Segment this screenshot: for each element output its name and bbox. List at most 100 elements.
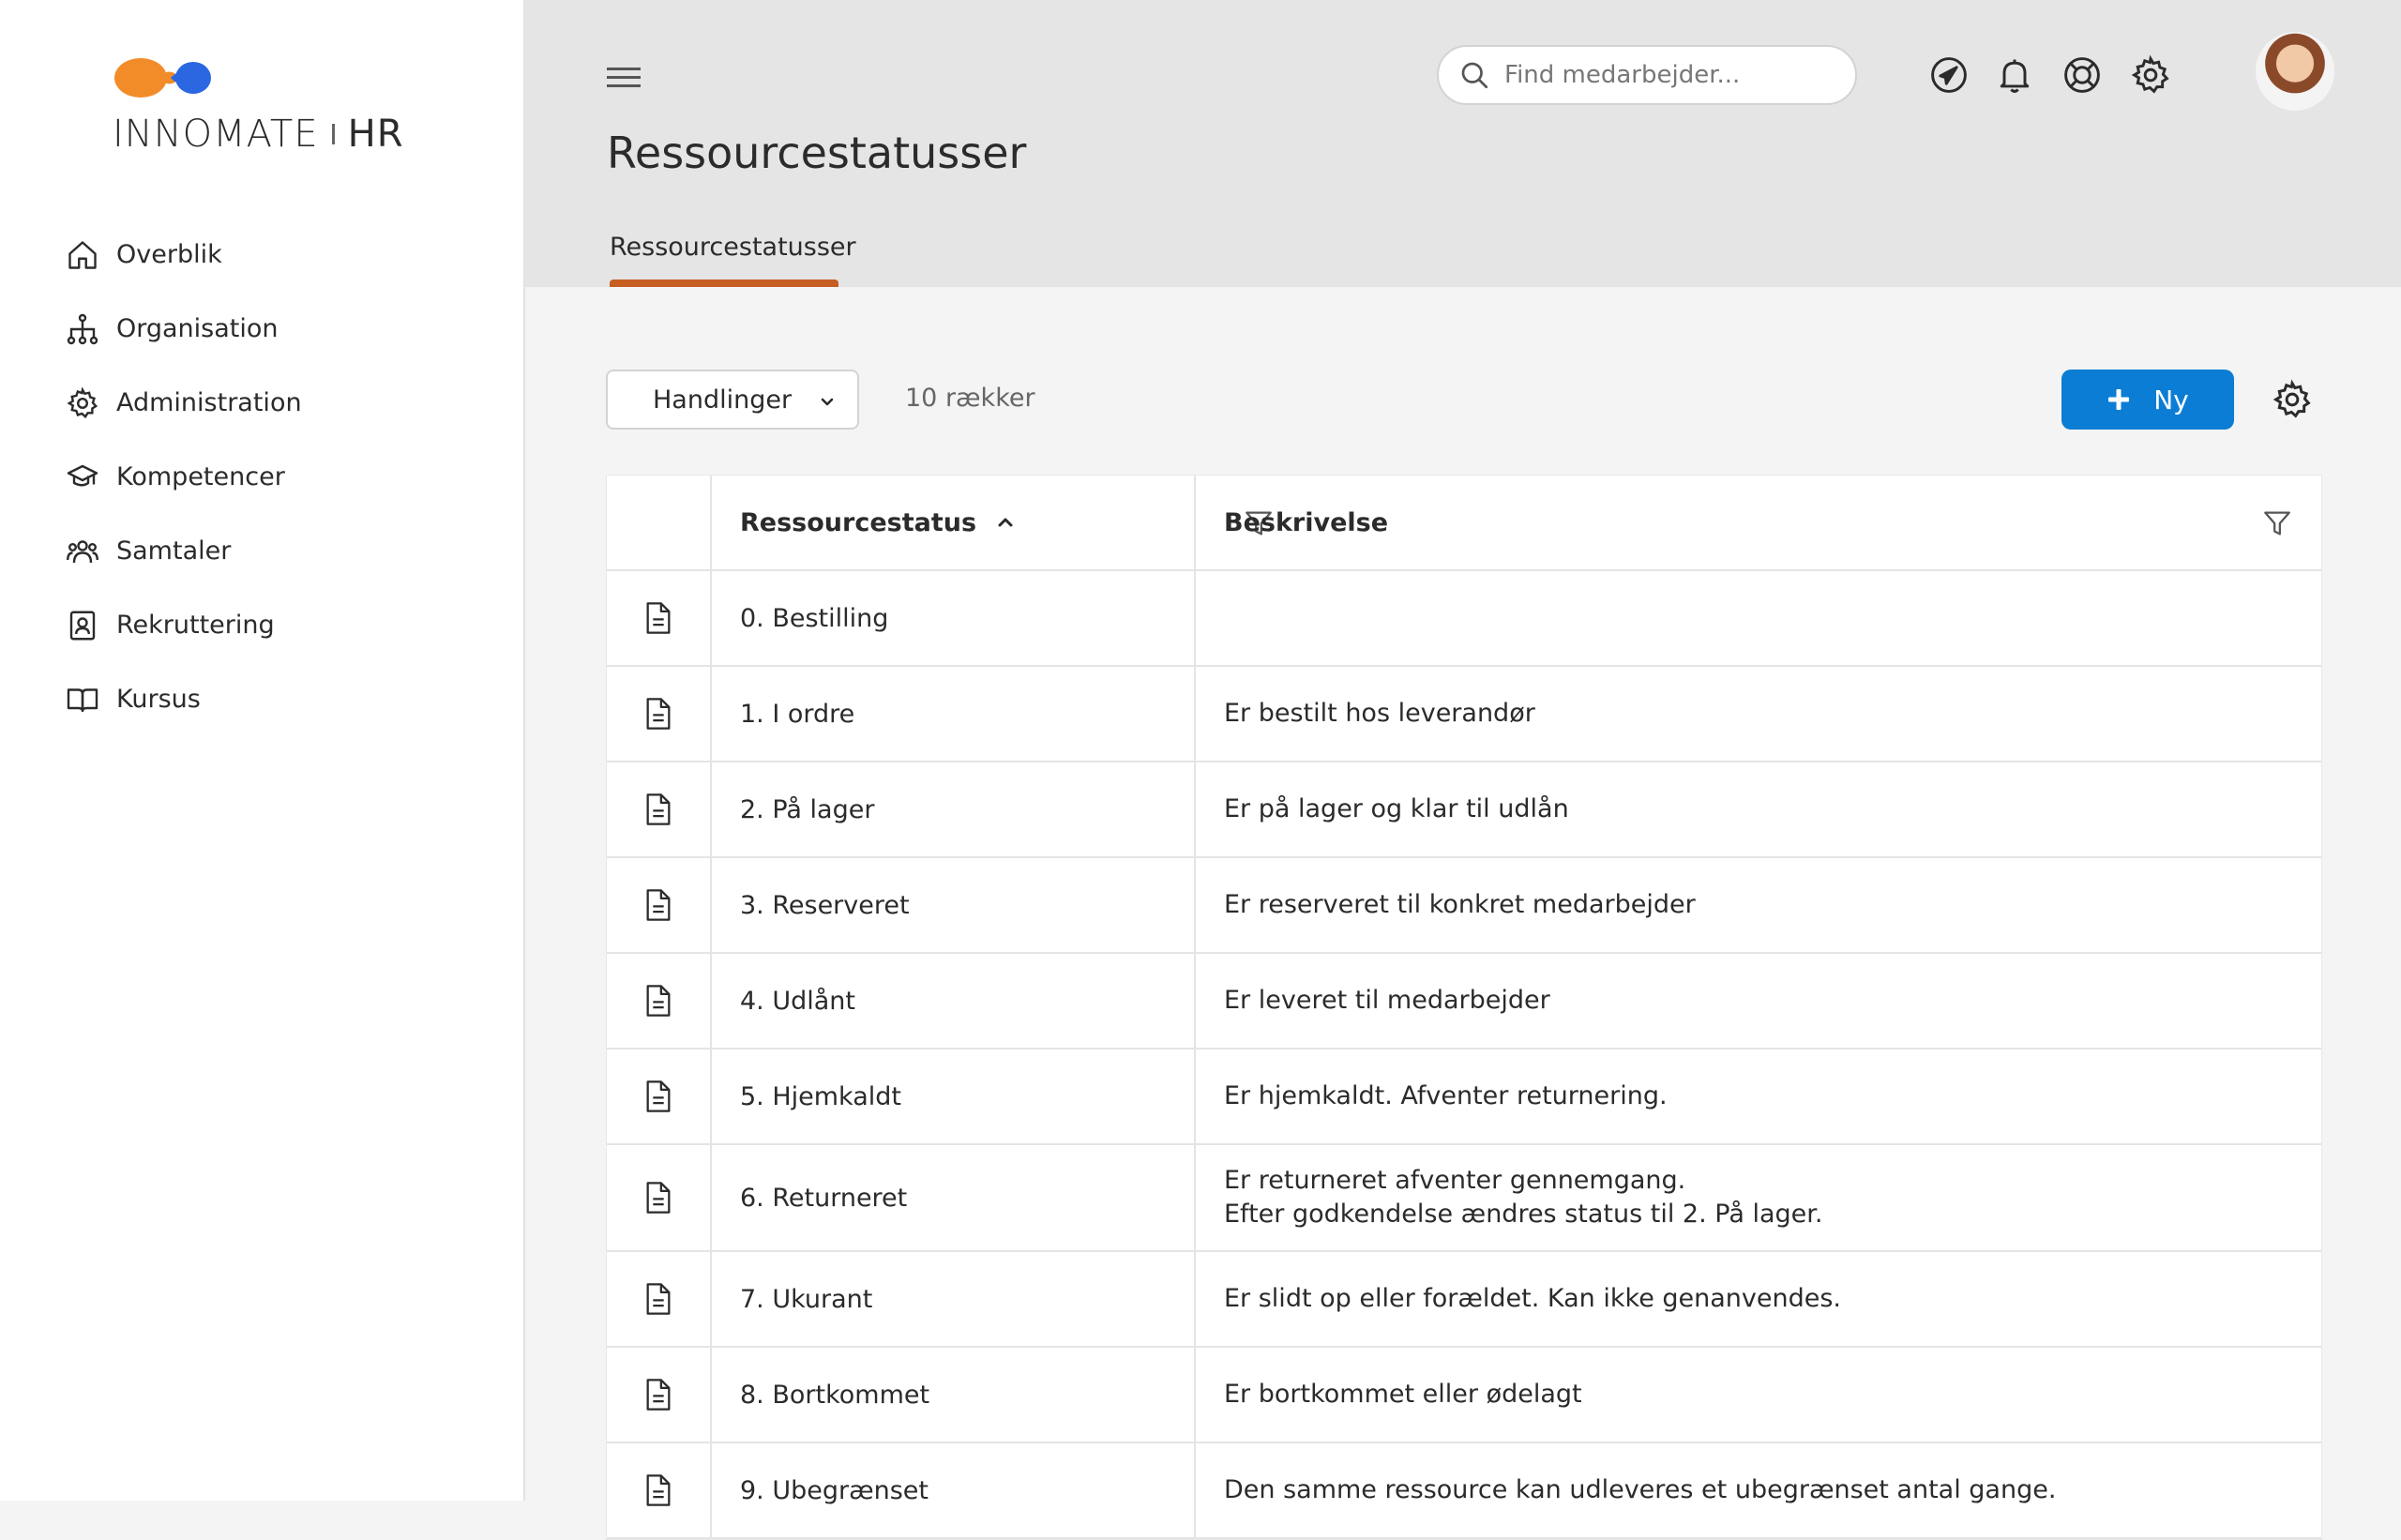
cell-ressourcestatus: 8. Bortkommet xyxy=(712,1348,1196,1442)
table-row[interactable]: 1. I ordre Er bestilt hos leverandør xyxy=(607,667,2321,762)
new-button[interactable]: Ny xyxy=(2061,370,2234,430)
sidebar-item-administration[interactable]: Administration xyxy=(64,366,302,440)
hamburger-menu-button[interactable] xyxy=(603,60,644,94)
open-record-button[interactable] xyxy=(607,1252,712,1346)
sidebar-item-rekruttering[interactable]: Rekruttering xyxy=(64,588,302,662)
cell-ressourcestatus: 9. Ubegrænset xyxy=(712,1443,1196,1537)
table-row[interactable]: 8. Bortkommet Er bortkommet eller ødelagt xyxy=(607,1348,2321,1443)
document-icon xyxy=(642,1079,674,1114)
sidebar-item-overblik[interactable]: Overblik xyxy=(64,218,302,292)
document-icon xyxy=(642,1472,674,1508)
row-count: 10 rækker xyxy=(905,384,1035,413)
main-content: Handlinger 10 rækker Ny Ressourcestatus … xyxy=(525,287,2401,1540)
table-row[interactable]: 4. Udlånt Er leveret til medarbejder xyxy=(607,954,2321,1049)
logo-text-innomate: INNOMATE xyxy=(113,113,319,156)
plus-icon xyxy=(2108,389,2130,410)
logo-text: INNOMATE HR xyxy=(113,113,403,156)
open-record-button[interactable] xyxy=(607,1145,712,1250)
column-header-beskrivelse[interactable]: Beskrivelse xyxy=(1196,476,2321,569)
document-icon xyxy=(642,600,674,636)
cell-beskrivelse: Er slidt op eller forældet. Kan ikke gen… xyxy=(1196,1252,2321,1346)
people-icon xyxy=(64,533,101,570)
logo-mark-icon xyxy=(114,58,211,98)
open-record-button[interactable] xyxy=(607,858,712,952)
actions-dropdown-label: Handlinger xyxy=(653,385,793,415)
notifications-button[interactable] xyxy=(1994,54,2035,96)
resource-status-table: Ressourcestatus Beskrivelse 0. Bestillin… xyxy=(606,475,2322,1540)
description-line: Er leveret til medarbejder xyxy=(1224,986,1550,1015)
logo-text-hr: HR xyxy=(347,113,404,156)
table-header-row: Ressourcestatus Beskrivelse xyxy=(607,476,2321,571)
sidebar-item-label: Organisation xyxy=(116,314,279,343)
filter-icon[interactable] xyxy=(2261,507,2293,539)
document-icon xyxy=(642,1281,674,1317)
document-icon xyxy=(642,1377,674,1412)
sidebar-item-kursus[interactable]: Kursus xyxy=(64,662,302,736)
cell-ressourcestatus: 4. Udlånt xyxy=(712,954,1196,1048)
sidebar-item-kompetencer[interactable]: Kompetencer xyxy=(64,440,302,514)
settings-button[interactable] xyxy=(2130,54,2171,96)
sort-ascending-icon[interactable] xyxy=(995,512,1016,533)
search-icon xyxy=(1461,62,1488,89)
document-icon xyxy=(642,887,674,923)
open-record-button[interactable] xyxy=(607,571,712,665)
table-row[interactable]: 3. Reserveret Er reserveret til konkret m… xyxy=(607,858,2321,954)
cell-ressourcestatus: 3. Reserveret xyxy=(712,858,1196,952)
open-record-button[interactable] xyxy=(607,1049,712,1143)
innomate-logo[interactable]: INNOMATE HR xyxy=(113,56,431,159)
cell-beskrivelse: Er hjemkaldt. Afventer returnering. xyxy=(1196,1049,2321,1143)
cell-beskrivelse: Er bestilt hos leverandør xyxy=(1196,667,2321,761)
logo-separator xyxy=(331,124,335,144)
table-row[interactable]: 2. På lager Er på lager og klar til udlån xyxy=(607,762,2321,858)
column-header-label: Beskrivelse xyxy=(1224,507,1389,537)
table-row[interactable]: 0. Bestilling xyxy=(607,571,2321,667)
user-avatar[interactable] xyxy=(2256,32,2334,111)
sidebar-item-label: Rekruttering xyxy=(116,611,275,640)
open-record-button[interactable] xyxy=(607,1348,712,1442)
graduation-cap-icon xyxy=(64,459,101,496)
table-settings-button[interactable] xyxy=(2272,379,2313,420)
description-line: Den samme ressource kan udleveres et ube… xyxy=(1224,1475,2057,1504)
open-record-button[interactable] xyxy=(607,954,712,1048)
cell-beskrivelse: Er returneret afventer gennemgang. Efter … xyxy=(1196,1145,2321,1250)
header-spacer xyxy=(607,476,712,569)
actions-dropdown[interactable]: Handlinger xyxy=(606,370,859,430)
description-line: Er bestilt hos leverandør xyxy=(1224,699,1535,728)
cell-ressourcestatus: 1. I ordre xyxy=(712,667,1196,761)
hamburger-icon xyxy=(607,68,641,87)
help-button[interactable] xyxy=(2061,54,2103,96)
active-tab-indicator xyxy=(610,279,838,287)
cell-ressourcestatus: 5. Hjemkaldt xyxy=(712,1049,1196,1143)
chevron-down-icon xyxy=(821,398,834,406)
book-icon xyxy=(64,681,101,718)
search-input[interactable] xyxy=(1504,61,1823,89)
cell-ressourcestatus: 0. Bestilling xyxy=(712,571,1196,665)
sidebar-item-organisation[interactable]: Organisation xyxy=(64,292,302,366)
table-row[interactable]: 6. Returneret Er returneret afventer genn… xyxy=(607,1145,2321,1252)
description-line: Efter godkendelse ændres status til 2. P… xyxy=(1224,1200,1823,1229)
column-header-ressourcestatus[interactable]: Ressourcestatus xyxy=(712,476,1272,569)
table-row[interactable]: 7. Ukurant Er slidt op eller forældet. Ka… xyxy=(607,1252,2321,1348)
org-chart-icon xyxy=(64,310,101,348)
open-record-button[interactable] xyxy=(607,1443,712,1537)
table-row[interactable]: 5. Hjemkaldt Er hjemkaldt. Afventer retur… xyxy=(607,1049,2321,1145)
open-record-button[interactable] xyxy=(607,667,712,761)
employee-search[interactable] xyxy=(1437,45,1857,105)
sidebar-item-label: Kompetencer xyxy=(116,462,285,491)
lifebuoy-icon xyxy=(2064,57,2100,93)
document-icon xyxy=(642,1180,674,1215)
navigation-button[interactable] xyxy=(1928,54,1970,96)
cell-beskrivelse: Er reserveret til konkret medarbejder xyxy=(1196,858,2321,952)
open-record-button[interactable] xyxy=(607,762,712,856)
table-row[interactable]: 9. Ubegrænset Den samme ressource kan udl… xyxy=(607,1443,2321,1539)
sidebar-item-label: Overblik xyxy=(116,240,222,269)
cell-ressourcestatus: 6. Returneret xyxy=(712,1145,1196,1250)
sidebar-item-samtaler[interactable]: Samtaler xyxy=(64,514,302,588)
gear-icon xyxy=(2131,54,2169,94)
description-line: Er slidt op eller forældet. Kan ikke gen… xyxy=(1224,1284,1842,1313)
compass-arrow-icon xyxy=(1931,57,1967,93)
sidebar-item-label: Kursus xyxy=(116,685,201,714)
tab-ressourcestatusser[interactable]: Ressourcestatusser xyxy=(610,233,856,262)
new-button-label: Ny xyxy=(2153,384,2189,415)
cell-beskrivelse: Er på lager og klar til udlån xyxy=(1196,762,2321,856)
